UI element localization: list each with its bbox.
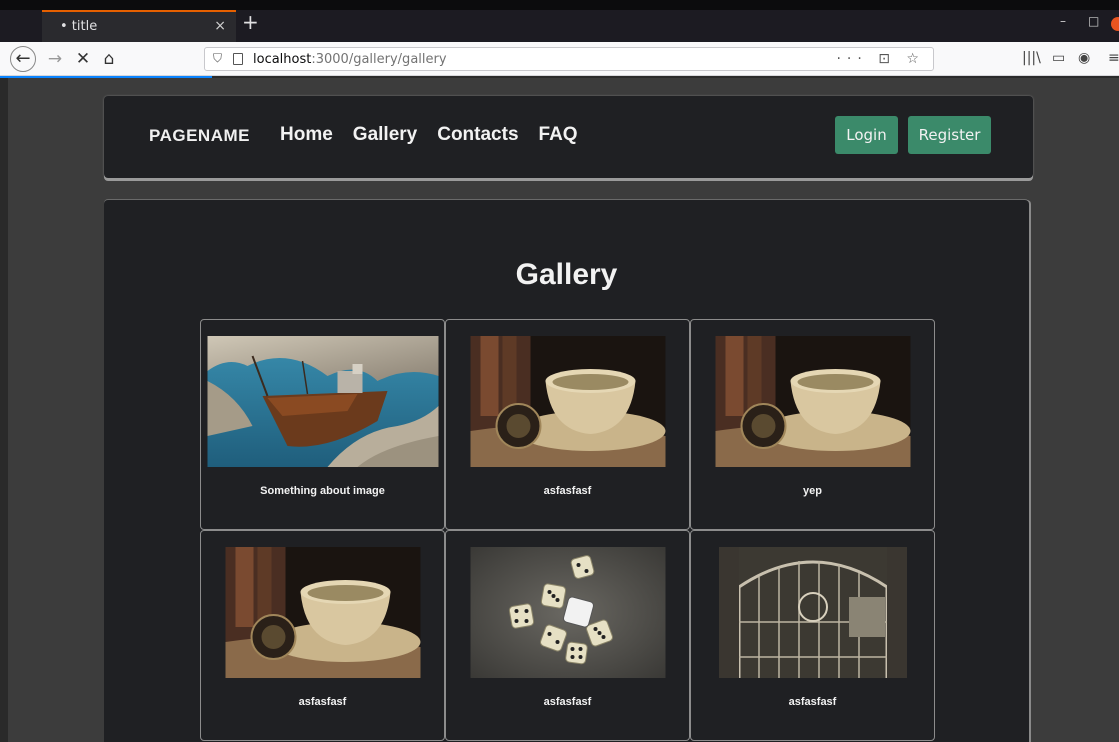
browser-nav-bar: ← → ✕ ⌂ ⛉ localhost:3000/gallery/gallery… [0,42,1119,76]
back-arrow-icon[interactable]: ← [10,46,36,72]
new-tab-icon[interactable]: + [242,12,259,32]
gallery-card[interactable]: yep [690,319,935,530]
url-bar[interactable]: ⛉ localhost:3000/gallery/gallery ··· ⊡ ☆ [204,47,934,71]
browser-tab-bar: • title × + – □ [0,0,1119,42]
site-header: PAGENAME Home Gallery Contacts FAQ Login… [104,96,1033,178]
url-text[interactable]: localhost:3000/gallery/gallery [253,52,447,67]
library-icon[interactable]: |||\ [1022,50,1041,66]
page-icon [233,53,243,65]
gallery-card[interactable]: asfasfasf [445,319,690,530]
login-button[interactable]: Login [835,116,898,154]
tab-close-icon[interactable]: × [214,18,226,34]
left-edge [0,78,8,742]
stop-icon[interactable]: ✕ [70,46,96,72]
account-icon[interactable]: ◉ [1078,50,1090,66]
menu-item-gallery[interactable]: Gallery [353,124,417,146]
brand-logo[interactable]: PAGENAME [149,126,250,146]
menu-item-contacts[interactable]: Contacts [437,124,518,146]
main-menu: Home Gallery Contacts FAQ [280,124,578,146]
shield-icon[interactable]: ⛉ [213,51,222,66]
page-title: Gallery [515,258,618,291]
register-button[interactable]: Register [908,116,991,154]
menu-item-home[interactable]: Home [280,124,333,146]
sidebar-icon[interactable]: ▭ [1052,50,1065,66]
menu-item-faq[interactable]: FAQ [539,124,578,146]
gallery-panel: Gallery Something about image asfasfasf … [104,200,1029,742]
card-caption: asfasfasf [543,485,592,497]
minimize-icon[interactable]: – [1060,14,1066,28]
card-caption: asfasfasf [788,696,837,708]
page-viewport: PAGENAME Home Gallery Contacts FAQ Login… [0,78,1119,742]
gate-image [718,547,907,678]
forward-arrow-icon[interactable]: → [42,46,68,72]
title-strip [0,0,1119,10]
card-caption: yep [803,485,822,497]
tab-title: • title [60,19,98,34]
url-actions-icons[interactable]: ··· ⊡ ☆ [836,51,925,67]
teacup-image [715,336,910,467]
gallery-card[interactable]: asfasfasf [690,530,935,741]
maximize-icon[interactable]: □ [1088,14,1099,28]
dice-image [470,547,665,678]
teacup-image [470,336,665,467]
card-caption: asfasfasf [543,696,592,708]
browser-tab[interactable]: • title × [42,10,236,42]
gallery-card[interactable]: asfasfasf [445,530,690,741]
home-icon[interactable]: ⌂ [96,46,122,72]
card-caption: asfasfasf [298,696,347,708]
gallery-card[interactable]: Something about image [200,319,445,530]
card-caption: Something about image [260,485,385,497]
menu-icon[interactable]: ≡ [1108,50,1119,66]
gallery-card[interactable]: asfasfasf [200,530,445,741]
shipwreck-image [207,336,438,467]
close-window-icon[interactable] [1111,17,1119,31]
teacup-image [225,547,420,678]
